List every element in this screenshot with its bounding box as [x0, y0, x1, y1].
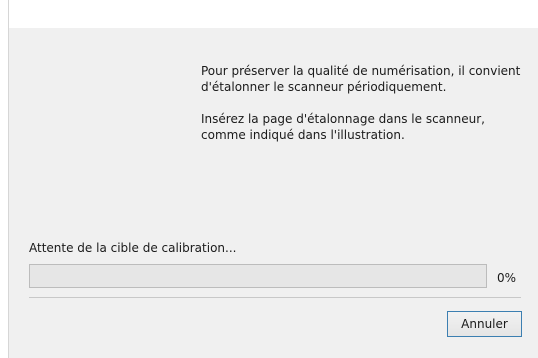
status-text: Attente de la cible de calibration...: [29, 241, 237, 255]
progress-bar: [29, 264, 487, 288]
calibration-dialog: Pour préserver la qualité de numérisatio…: [0, 0, 538, 358]
progress-percent: 0%: [497, 271, 517, 285]
instructions-panel: Pour préserver la qualité de numérisatio…: [201, 63, 521, 159]
separator-line: [29, 297, 521, 298]
instruction-paragraph-2: Insérez la page d'étalonnage dans le sca…: [201, 112, 485, 142]
cancel-button[interactable]: Annuler: [447, 311, 522, 337]
calibration-illustration: [20, 55, 188, 205]
title-bar: [9, 0, 538, 28]
instruction-paragraph-1: Pour préserver la qualité de numérisatio…: [201, 64, 521, 94]
